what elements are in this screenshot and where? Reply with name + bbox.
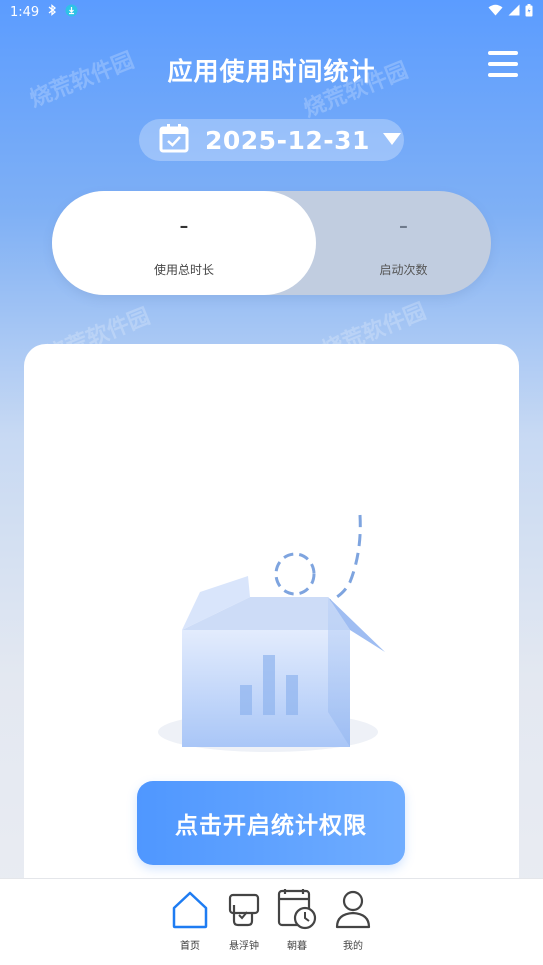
nav-label-home: 首页 [180,941,200,952]
nav-label-profile: 我的 [343,941,363,952]
nav-label-calendar-clock: 朝暮 [287,941,307,952]
empty-box-illustration [150,512,400,762]
stat-total-duration[interactable]: - 使用总时长 [52,191,316,295]
calendar-icon [159,123,189,157]
battery-icon [525,3,533,21]
person-icon [335,890,371,929]
calendar-clock-icon [277,889,317,930]
page-title: 应用使用时间统计 [167,57,376,86]
download-icon [65,4,78,21]
enable-permission-button[interactable]: 点击开启统计权限 [137,781,405,865]
launch-count-value: - [398,211,409,241]
nav-item-home[interactable]: 首页 [165,887,215,957]
nav-label-floating-clock: 悬浮钟 [229,941,259,952]
home-icon [172,891,208,929]
stat-launch-count[interactable]: - 启动次数 [316,191,491,295]
caret-down-icon [382,131,402,150]
nav-item-profile[interactable]: 我的 [328,887,378,957]
status-time: 1:49 [10,4,40,20]
launch-count-label: 启动次数 [379,263,428,277]
nav-item-floating-clock[interactable]: 悬浮钟 [219,887,269,957]
nav-item-calendar-clock[interactable]: 朝暮 [272,887,322,957]
menu-button[interactable] [488,51,520,81]
selected-date: 2025-12-31 [205,125,370,155]
total-duration-value: - [179,211,189,241]
bluetooth-icon [46,4,58,20]
status-bar: 1:49 [0,0,543,24]
wifi-icon [488,4,503,20]
stats-toggle: - 使用总时长 - 启动次数 [52,191,491,295]
signal-icon [508,4,520,20]
floating-clock-icon [228,893,260,927]
menu-icon [488,51,518,55]
bottom-nav: 首页 悬浮钟 朝暮 我的 [0,878,543,965]
date-selector[interactable]: 2025-12-31 [139,119,404,161]
total-duration-label: 使用总时长 [153,263,214,277]
